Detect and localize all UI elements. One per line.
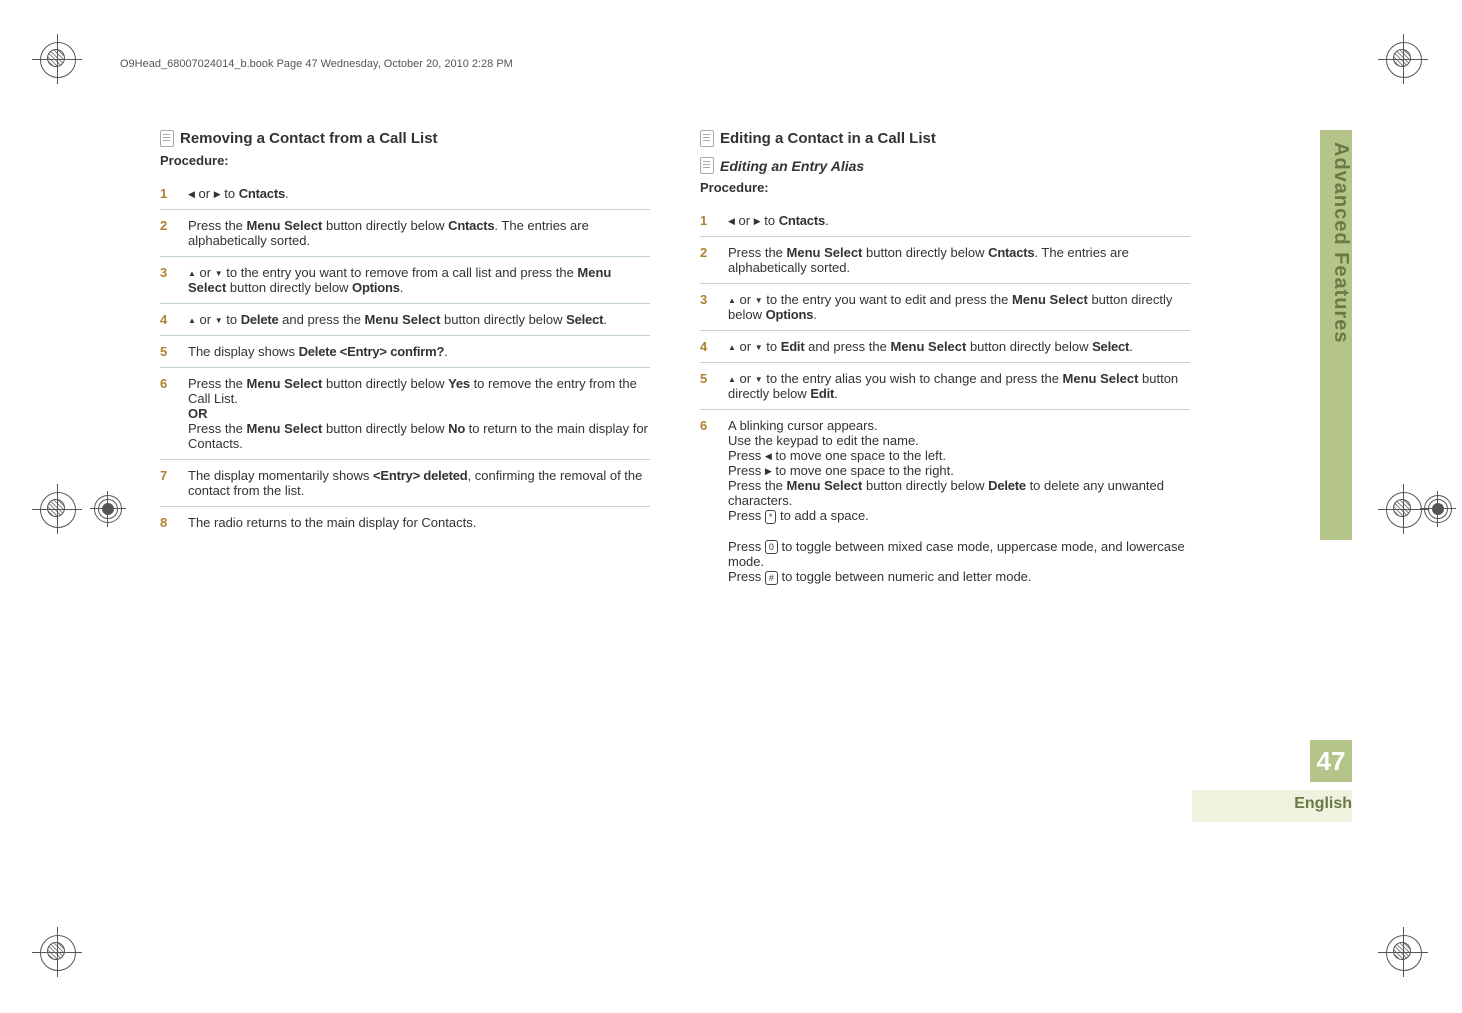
step-item: 5 The display shows Delete <Entry> confir…: [160, 336, 650, 368]
step-item: 1 or to Cntacts.: [700, 205, 1190, 237]
step-text: or to Delete and press the Menu Select b…: [188, 312, 607, 327]
page-number: 47: [1310, 740, 1352, 782]
step-number: 6: [700, 418, 707, 433]
step-number: 1: [160, 186, 167, 201]
content-area: Removing a Contact from a Call List Proc…: [160, 130, 1210, 593]
right-heading: Editing a Contact in a Call List: [700, 130, 1190, 147]
step-text: or to the entry you want to edit and pre…: [728, 292, 1172, 322]
step-item: 3 or to the entry you want to remove fro…: [160, 257, 650, 304]
section-tab: Advanced Features: [1320, 130, 1352, 540]
right-subheading: Editing an Entry Alias: [700, 157, 1190, 174]
step-text: Press the Menu Select button directly be…: [188, 376, 648, 451]
step-number: 4: [160, 312, 167, 327]
step-item: 5 or to the entry alias you wish to chan…: [700, 363, 1190, 410]
step-number: 7: [160, 468, 167, 483]
crop-mark-icon: [38, 40, 78, 80]
language-label: English: [1262, 795, 1352, 813]
step-item: 8 The radio returns to the main display f…: [160, 507, 650, 538]
step-number: 1: [700, 213, 707, 228]
step-number: 5: [700, 371, 707, 386]
step-text: A blinking cursor appears.Use the keypad…: [728, 418, 1185, 584]
step-number: 3: [700, 292, 707, 307]
step-item: 2 Press the Menu Select button directly b…: [160, 210, 650, 257]
step-item: 4 or to Edit and press the Menu Select b…: [700, 331, 1190, 363]
right-column: Editing a Contact in a Call List Editing…: [700, 130, 1190, 593]
right-steps-list: 1 or to Cntacts. 2 Press the Menu Select b…: [700, 205, 1190, 593]
register-target-icon: [94, 495, 122, 523]
left-steps-list: 1 or to Cntacts. 2 Press the Menu Select b…: [160, 178, 650, 538]
crop-mark-icon: [1384, 490, 1424, 530]
step-text: or to Cntacts.: [728, 213, 829, 228]
step-text: Press the Menu Select button directly be…: [728, 245, 1129, 275]
step-text: The display momentarily shows <Entry> de…: [188, 468, 642, 498]
step-text: Press the Menu Select button directly be…: [188, 218, 589, 248]
left-procedure-label: Procedure:: [160, 153, 650, 168]
step-number: 8: [160, 515, 167, 530]
step-item: 3 or to the entry you want to edit and p…: [700, 284, 1190, 331]
left-title: Removing a Contact from a Call List: [180, 130, 438, 147]
crop-mark-icon: [1384, 933, 1424, 973]
step-text: or to the entry alias you wish to change…: [728, 371, 1178, 401]
right-title: Editing a Contact in a Call List: [720, 130, 936, 147]
step-number: 4: [700, 339, 707, 354]
step-text: or to Edit and press the Menu Select but…: [728, 339, 1133, 354]
right-subtitle: Editing an Entry Alias: [720, 158, 864, 174]
crop-mark-icon: [1384, 40, 1424, 80]
step-text: or to Cntacts.: [188, 186, 289, 201]
right-procedure-label: Procedure:: [700, 180, 1190, 195]
doc-icon: [700, 157, 714, 174]
step-number: 5: [160, 344, 167, 359]
left-column: Removing a Contact from a Call List Proc…: [160, 130, 650, 593]
step-text: The radio returns to the main display fo…: [188, 515, 476, 530]
step-item: 4 or to Delete and press the Menu Select…: [160, 304, 650, 336]
doc-icon: [700, 130, 714, 147]
register-target-icon: [1424, 495, 1452, 523]
step-item: 1 or to Cntacts.: [160, 178, 650, 210]
left-heading: Removing a Contact from a Call List: [160, 130, 650, 147]
step-text: The display shows Delete <Entry> confirm…: [188, 344, 448, 359]
step-item: 2 Press the Menu Select button directly b…: [700, 237, 1190, 284]
crop-mark-icon: [38, 490, 78, 530]
doc-icon: [160, 130, 174, 147]
step-number: 6: [160, 376, 167, 391]
step-number: 2: [160, 218, 167, 233]
step-item: 6 Press the Menu Select button directly b…: [160, 368, 650, 460]
step-item: 7 The display momentarily shows <Entry> d…: [160, 460, 650, 507]
step-item: 6 A blinking cursor appears.Use the keypa…: [700, 410, 1190, 593]
crop-mark-icon: [38, 933, 78, 973]
step-text: or to the entry you want to remove from …: [188, 265, 611, 295]
step-number: 3: [160, 265, 167, 280]
page-header: O9Head_68007024014_b.book Page 47 Wednes…: [120, 58, 513, 70]
step-number: 2: [700, 245, 707, 260]
